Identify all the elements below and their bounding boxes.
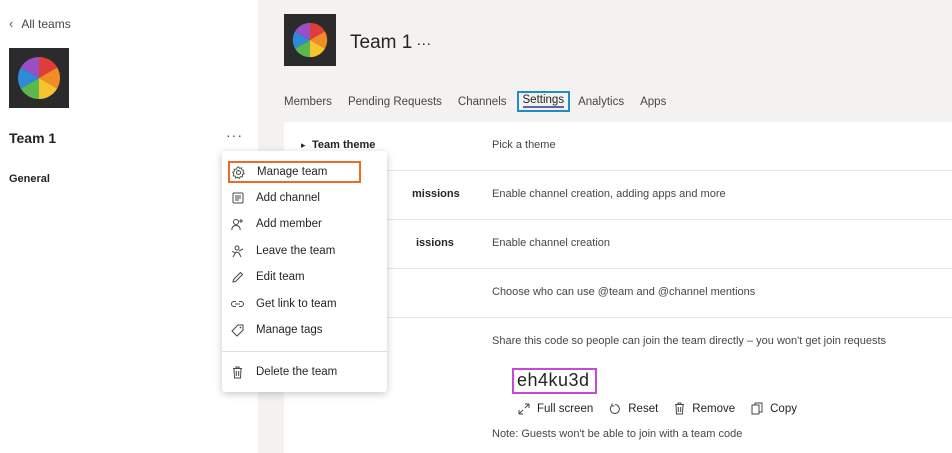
pencil-icon bbox=[230, 271, 245, 283]
copy-label: Copy bbox=[770, 402, 797, 415]
tab-bar: Members Pending Requests Channels Settin… bbox=[284, 91, 682, 112]
menu-item-edit-team[interactable]: Edit team bbox=[230, 266, 363, 288]
tab-channels[interactable]: Channels bbox=[458, 94, 515, 112]
left-rail: ‹ All teams Team 1 ··· General bbox=[0, 0, 258, 453]
menu-item-label: Delete the team bbox=[256, 366, 338, 378]
menu-item-add-channel[interactable]: Add channel bbox=[230, 187, 363, 209]
menu-item-leave-team[interactable]: Leave the team bbox=[230, 240, 363, 262]
active-tab-underline bbox=[522, 106, 565, 108]
team-code: eh4ku3d bbox=[512, 368, 597, 394]
settings-row-label: Team theme bbox=[312, 139, 376, 151]
settings-row-desc: Enable channel creation bbox=[492, 237, 611, 249]
menu-item-get-link[interactable]: Get link to team bbox=[230, 293, 363, 315]
tab-apps[interactable]: Apps bbox=[640, 94, 674, 112]
tab-settings-label: Settings bbox=[522, 94, 565, 106]
reset-label: Reset bbox=[628, 402, 659, 415]
channel-icon bbox=[230, 192, 245, 204]
settings-row-label: issions bbox=[416, 237, 454, 249]
guest-note: Note: Guests won't be able to join with … bbox=[492, 428, 743, 440]
leave-icon bbox=[230, 245, 245, 258]
remove-button[interactable]: Remove bbox=[674, 402, 735, 415]
team-name: Team 1 bbox=[9, 130, 57, 146]
add-person-icon bbox=[230, 218, 245, 231]
copy-icon bbox=[751, 402, 763, 415]
team-pie-logo bbox=[292, 22, 328, 58]
team-avatar bbox=[9, 48, 69, 108]
expand-icon bbox=[518, 403, 530, 414]
settings-row-label: missions bbox=[412, 188, 460, 200]
settings-row-desc: Enable channel creation, adding apps and… bbox=[492, 188, 726, 200]
menu-item-label: Get link to team bbox=[256, 298, 337, 310]
tab-pending-requests[interactable]: Pending Requests bbox=[348, 94, 450, 112]
chevron-left-icon: ‹ bbox=[9, 16, 14, 31]
settings-row-desc: Pick a theme bbox=[492, 139, 556, 151]
menu-item-label: Add channel bbox=[256, 192, 320, 204]
all-teams-link[interactable]: ‹ All teams bbox=[9, 16, 71, 31]
team-avatar-header bbox=[284, 14, 336, 66]
menu-divider bbox=[222, 351, 387, 352]
reset-button[interactable]: Reset bbox=[609, 402, 658, 415]
tag-icon bbox=[230, 324, 245, 337]
settings-row-desc: Choose who can use @team and @channel me… bbox=[492, 286, 756, 298]
gear-icon bbox=[231, 165, 246, 179]
team-title-text: Team 1 bbox=[350, 32, 413, 53]
menu-item-manage-team[interactable]: Manage team bbox=[228, 161, 361, 183]
channel-general[interactable]: General bbox=[9, 173, 50, 185]
menu-item-manage-tags[interactable]: Manage tags bbox=[230, 319, 363, 341]
full-screen-button[interactable]: Full screen bbox=[518, 402, 593, 415]
copy-button[interactable]: Copy bbox=[751, 402, 797, 415]
menu-item-label: Edit team bbox=[256, 271, 305, 283]
team-more-button[interactable]: ··· bbox=[416, 35, 431, 52]
tab-settings[interactable]: Settings bbox=[516, 91, 571, 112]
link-icon bbox=[230, 299, 245, 309]
trash-icon bbox=[230, 366, 245, 379]
all-teams-label: All teams bbox=[21, 16, 71, 31]
tab-members[interactable]: Members bbox=[284, 94, 340, 112]
menu-item-delete-team[interactable]: Delete the team bbox=[230, 361, 363, 383]
team-code-actions: Full screen Reset Remove Copy bbox=[518, 402, 797, 415]
trash-icon bbox=[675, 402, 685, 415]
team-pie-logo bbox=[17, 56, 61, 99]
page-title: Team 1 ··· bbox=[350, 32, 431, 54]
tab-analytics[interactable]: Analytics bbox=[578, 94, 632, 112]
menu-item-label: Add member bbox=[256, 218, 322, 230]
settings-row-desc: Share this code so people can join the t… bbox=[492, 335, 887, 347]
reset-icon bbox=[610, 403, 621, 414]
full-screen-label: Full screen bbox=[537, 402, 594, 415]
menu-item-label: Manage team bbox=[257, 166, 328, 178]
menu-item-add-member[interactable]: Add member bbox=[230, 213, 363, 235]
team-options-menu: Manage team Add channel Add member Leave… bbox=[222, 151, 387, 392]
more-options-button[interactable]: ··· bbox=[226, 127, 243, 143]
menu-item-label: Leave the team bbox=[256, 245, 336, 257]
expand-arrow-icon[interactable]: ▸ bbox=[301, 140, 306, 151]
menu-item-label: Manage tags bbox=[256, 324, 323, 336]
remove-label: Remove bbox=[692, 402, 736, 415]
